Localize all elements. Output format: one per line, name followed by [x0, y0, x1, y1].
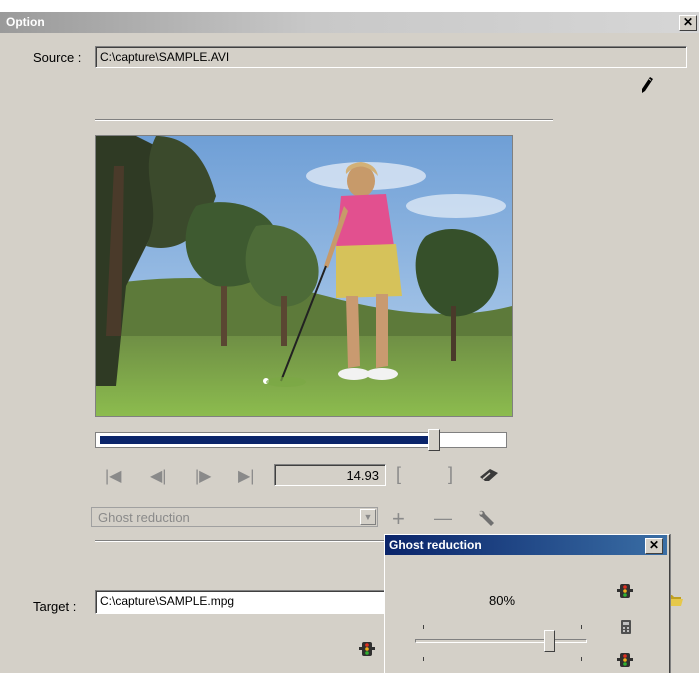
mark-out-button[interactable]: ] — [448, 464, 453, 485]
top-divider — [95, 119, 553, 121]
target-label: Target : — [33, 599, 77, 614]
slider-tick — [423, 657, 424, 661]
seek-fill — [100, 436, 436, 444]
seek-slider[interactable] — [95, 429, 507, 451]
source-label: Source : — [33, 50, 82, 65]
title-bar[interactable]: Option ✕ — [0, 12, 699, 33]
slider-tick — [581, 657, 582, 661]
video-preview — [95, 135, 513, 417]
close-button[interactable]: ✕ — [679, 15, 697, 31]
next-frame-button[interactable]: |▶ — [195, 466, 211, 486]
bottom-divider — [95, 540, 385, 542]
seek-thumb[interactable] — [428, 429, 441, 451]
window-title: Option — [6, 15, 45, 29]
option-dialog: Option ✕ Source : C:\capture\SAMPLE.AVI — [0, 12, 699, 673]
first-frame-button[interactable]: |◀ — [105, 466, 121, 486]
last-frame-button[interactable]: ▶| — [238, 466, 254, 486]
strength-value: 80% — [489, 593, 516, 608]
eraser-icon[interactable] — [478, 467, 500, 483]
add-filter-button[interactable]: + — [392, 506, 405, 532]
popup-close-button[interactable]: ✕ — [645, 538, 663, 554]
ghost-reduction-popup: Ghost reduction ✕ 80% — [384, 534, 670, 673]
traffic-light-icon[interactable] — [617, 583, 633, 599]
popup-title: Ghost reduction — [389, 538, 482, 552]
chevron-down-icon[interactable]: ▼ — [360, 509, 376, 525]
remove-filter-button[interactable]: — — [434, 508, 452, 529]
video-frame — [96, 136, 512, 416]
traffic-light-icon[interactable] — [359, 641, 375, 657]
source-field[interactable]: C:\capture\SAMPLE.AVI — [95, 46, 687, 68]
strength-slider-thumb[interactable] — [544, 630, 555, 652]
strength-slider[interactable] — [415, 630, 587, 652]
filter-dropdown[interactable]: Ghost reduction ▼ — [91, 507, 378, 527]
traffic-light-icon[interactable] — [617, 652, 633, 668]
filter-selected: Ghost reduction — [98, 510, 190, 525]
calculator-icon[interactable] — [618, 619, 634, 635]
time-display[interactable]: 14.93 — [274, 464, 386, 486]
target-field[interactable]: C:\capture\SAMPLE.mpg — [95, 590, 385, 614]
popup-title-bar[interactable]: Ghost reduction ✕ — [385, 535, 667, 555]
wrench-icon[interactable] — [476, 508, 498, 528]
prev-frame-button[interactable]: ◀| — [150, 466, 166, 486]
pencil-icon[interactable] — [640, 76, 654, 94]
slider-tick — [581, 625, 582, 629]
mark-in-button[interactable]: [ — [396, 464, 401, 485]
slider-tick — [423, 625, 424, 629]
